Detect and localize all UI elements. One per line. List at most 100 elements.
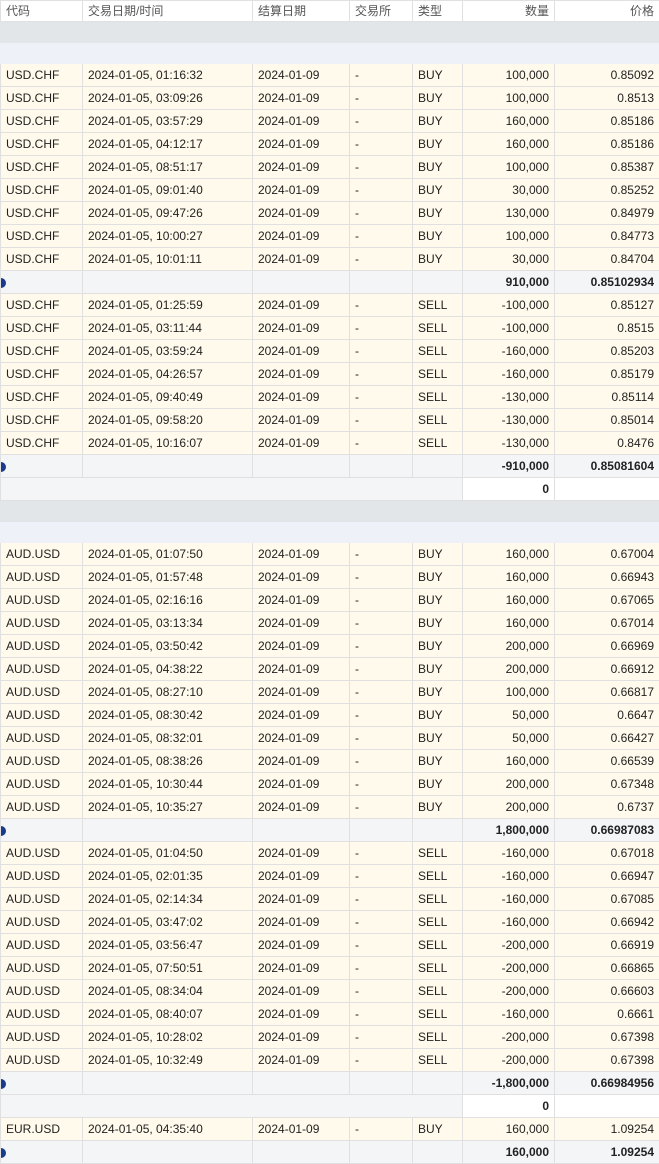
header-trade-datetime[interactable]: 交易日期/时间 <box>83 1 253 22</box>
cell-price: 0.67085 <box>555 888 659 911</box>
cell-quantity: 160,000 <box>463 1118 555 1141</box>
cell-exchange: - <box>350 1049 413 1072</box>
cell-type: BUY <box>413 658 463 681</box>
cell-datetime: 2024-01-05, 10:30:44 <box>83 773 253 796</box>
header-price[interactable]: 价格 <box>555 1 659 22</box>
cell-exchange: - <box>350 133 413 156</box>
cell-settle-date: 2024-01-09 <box>253 888 350 911</box>
table-row[interactable]: USD.CHF2024-01-05, 09:58:202024-01-09-SE… <box>1 409 659 432</box>
cell-quantity: 160,000 <box>463 133 555 156</box>
header-settle-date[interactable]: 结算日期 <box>253 1 350 22</box>
table-row[interactable]: USD.CHF2024-01-05, 03:09:262024-01-09-BU… <box>1 87 659 110</box>
cell-settle-date: 2024-01-09 <box>253 1118 350 1141</box>
table-row[interactable]: AUD.USD2024-01-05, 01:07:502024-01-09-BU… <box>1 543 659 566</box>
table-row[interactable]: AUD.USD2024-01-05, 01:57:482024-01-09-BU… <box>1 566 659 589</box>
subtotal-empty <box>253 455 350 478</box>
table-row[interactable]: AUD.USD2024-01-05, 03:50:422024-01-09-BU… <box>1 635 659 658</box>
cell-settle-date: 2024-01-09 <box>253 934 350 957</box>
cell-type: SELL <box>413 842 463 865</box>
table-row[interactable]: USD.CHF2024-01-05, 03:11:442024-01-09-SE… <box>1 317 659 340</box>
table-row[interactable]: AUD.USD2024-01-05, 08:27:102024-01-09-BU… <box>1 681 659 704</box>
table-row[interactable]: AUD.USD2024-01-05, 03:47:022024-01-09-SE… <box>1 911 659 934</box>
cell-datetime: 2024-01-05, 03:59:24 <box>83 340 253 363</box>
header-exchange[interactable]: 交易所 <box>350 1 413 22</box>
cell-datetime: 2024-01-05, 03:09:26 <box>83 87 253 110</box>
subtotal-empty <box>83 1141 253 1164</box>
cell-price: 0.85186 <box>555 133 659 156</box>
cell-datetime: 2024-01-05, 10:32:49 <box>83 1049 253 1072</box>
header-type[interactable]: 类型 <box>413 1 463 22</box>
subtotal-empty <box>253 271 350 294</box>
table-row[interactable]: AUD.USD2024-01-05, 10:30:442024-01-09-BU… <box>1 773 659 796</box>
table-row[interactable]: AUD.USD2024-01-05, 02:01:352024-01-09-SE… <box>1 865 659 888</box>
table-row[interactable]: AUD.USD2024-01-05, 02:16:162024-01-09-BU… <box>1 589 659 612</box>
table-row[interactable]: AUD.USD2024-01-05, 08:30:422024-01-09-BU… <box>1 704 659 727</box>
table-row[interactable]: USD.CHF2024-01-05, 04:26:572024-01-09-SE… <box>1 363 659 386</box>
cell-exchange: - <box>350 87 413 110</box>
cell-symbol: USD.CHF <box>1 64 83 87</box>
cell-price: 0.6737 <box>555 796 659 819</box>
table-row[interactable]: AUD.USD2024-01-05, 08:38:262024-01-09-BU… <box>1 750 659 773</box>
table-row[interactable]: AUD.USD2024-01-05, 01:04:502024-01-09-SE… <box>1 842 659 865</box>
cell-quantity: 200,000 <box>463 658 555 681</box>
table-row[interactable]: USD.CHF2024-01-05, 03:57:292024-01-09-BU… <box>1 110 659 133</box>
cell-datetime: 2024-01-05, 10:16:07 <box>83 432 253 455</box>
cell-exchange: - <box>350 317 413 340</box>
table-row[interactable]: USD.CHF2024-01-05, 10:16:072024-01-09-SE… <box>1 432 659 455</box>
cell-datetime: 2024-01-05, 10:28:02 <box>83 1026 253 1049</box>
cell-datetime: 2024-01-05, 08:32:01 <box>83 727 253 750</box>
table-row[interactable]: USD.CHF2024-01-05, 04:12:172024-01-09-BU… <box>1 133 659 156</box>
cell-settle-date: 2024-01-09 <box>253 635 350 658</box>
cell-settle-date: 2024-01-09 <box>253 386 350 409</box>
cell-quantity: -160,000 <box>463 888 555 911</box>
table-row[interactable]: AUD.USD2024-01-05, 07:50:512024-01-09-SE… <box>1 957 659 980</box>
table-row[interactable]: AUD.USD2024-01-05, 04:38:222024-01-09-BU… <box>1 658 659 681</box>
cell-symbol: EUR.USD <box>1 1118 83 1141</box>
table-row[interactable]: USD.CHF2024-01-05, 03:59:242024-01-09-SE… <box>1 340 659 363</box>
cell-exchange: - <box>350 727 413 750</box>
table-row[interactable]: AUD.USD2024-01-05, 03:56:472024-01-09-SE… <box>1 934 659 957</box>
cell-price: 0.67018 <box>555 842 659 865</box>
table-row[interactable]: USD.CHF2024-01-05, 09:40:492024-01-09-SE… <box>1 386 659 409</box>
cell-settle-date: 2024-01-09 <box>253 87 350 110</box>
subtotal-empty <box>413 819 463 842</box>
subtotal-empty <box>413 1141 463 1164</box>
table-row[interactable]: AUD.USD2024-01-05, 08:32:012024-01-09-BU… <box>1 727 659 750</box>
cell-exchange: - <box>350 888 413 911</box>
cell-quantity: 160,000 <box>463 566 555 589</box>
cell-settle-date: 2024-01-09 <box>253 865 350 888</box>
cell-settle-date: 2024-01-09 <box>253 363 350 386</box>
table-row[interactable]: AUD.USD2024-01-05, 10:35:272024-01-09-BU… <box>1 796 659 819</box>
table-row[interactable]: USD.CHF2024-01-05, 10:01:112024-01-09-BU… <box>1 248 659 271</box>
header-quantity[interactable]: 数量 <box>463 1 555 22</box>
table-row[interactable]: AUD.USD2024-01-05, 02:14:342024-01-09-SE… <box>1 888 659 911</box>
table-row[interactable]: USD.CHF2024-01-05, 01:25:592024-01-09-SE… <box>1 294 659 317</box>
table-row[interactable]: AUD.USD2024-01-05, 10:32:492024-01-09-SE… <box>1 1049 659 1072</box>
cell-quantity: 160,000 <box>463 589 555 612</box>
table-row[interactable]: USD.CHF2024-01-05, 09:01:402024-01-09-BU… <box>1 179 659 202</box>
table-row[interactable]: USD.CHF2024-01-05, 08:51:172024-01-09-BU… <box>1 156 659 179</box>
table-row[interactable]: AUD.USD2024-01-05, 08:34:042024-01-09-SE… <box>1 980 659 1003</box>
cell-symbol: AUD.USD <box>1 589 83 612</box>
cell-settle-date: 2024-01-09 <box>253 1049 350 1072</box>
cell-quantity: -160,000 <box>463 911 555 934</box>
cell-symbol: AUD.USD <box>1 750 83 773</box>
cell-quantity: 50,000 <box>463 727 555 750</box>
header-symbol[interactable]: 代码 <box>1 1 83 22</box>
cell-exchange: - <box>350 432 413 455</box>
table-row[interactable]: AUD.USD2024-01-05, 03:13:342024-01-09-BU… <box>1 612 659 635</box>
table-row[interactable]: AUD.USD2024-01-05, 08:40:072024-01-09-SE… <box>1 1003 659 1026</box>
cell-symbol: AUD.USD <box>1 911 83 934</box>
cell-type: SELL <box>413 911 463 934</box>
cell-price: 0.66943 <box>555 566 659 589</box>
subtotal-empty <box>413 1072 463 1095</box>
collapse-marker-icon <box>1 1148 6 1158</box>
table-row[interactable]: EUR.USD2024-01-05, 04:35:402024-01-09-BU… <box>1 1118 659 1141</box>
table-row[interactable]: USD.CHF2024-01-05, 10:00:272024-01-09-BU… <box>1 225 659 248</box>
table-row[interactable]: AUD.USD2024-01-05, 10:28:022024-01-09-SE… <box>1 1026 659 1049</box>
table-row[interactable]: USD.CHF2024-01-05, 01:16:322024-01-09-BU… <box>1 64 659 87</box>
cell-type: SELL <box>413 980 463 1003</box>
cell-symbol: AUD.USD <box>1 566 83 589</box>
cell-exchange: - <box>350 363 413 386</box>
table-row[interactable]: USD.CHF2024-01-05, 09:47:262024-01-09-BU… <box>1 202 659 225</box>
